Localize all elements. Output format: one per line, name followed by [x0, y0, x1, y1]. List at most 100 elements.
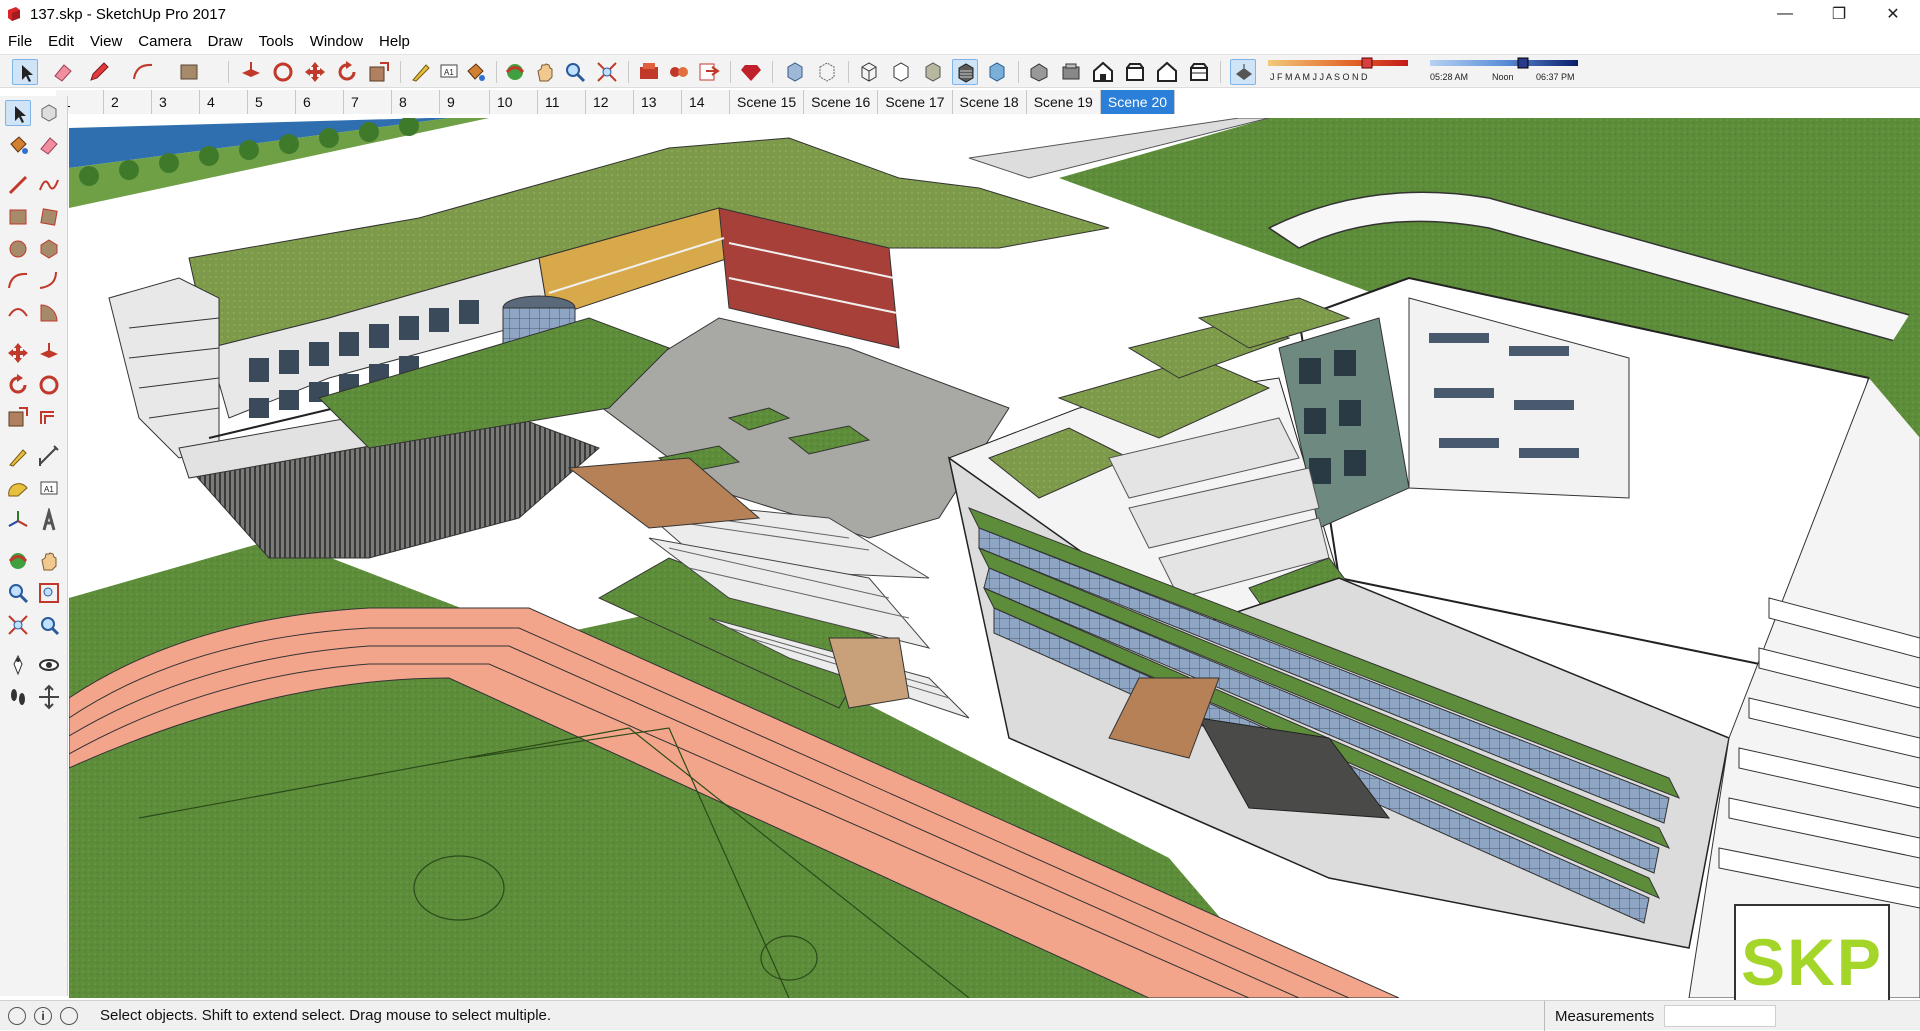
scene-tab-16[interactable]: Scene 16 [804, 90, 879, 114]
scene-tab-12[interactable]: 12 [586, 90, 634, 114]
section-plane-icon[interactable] [36, 684, 62, 710]
pie-icon[interactable] [36, 300, 62, 326]
scene-tab-15[interactable]: Scene 15 [730, 90, 805, 114]
left-view-icon[interactable] [1186, 59, 1212, 85]
scene-tab-6[interactable]: 6 [296, 90, 344, 114]
protractor-icon[interactable] [5, 476, 31, 502]
axes-icon[interactable] [5, 508, 31, 534]
close-button[interactable]: ✕ [1866, 0, 1920, 28]
zoom-extents-icon[interactable] [594, 59, 620, 85]
two-point-arc-icon[interactable] [36, 268, 62, 294]
scene-tab-2[interactable]: 2 [104, 90, 152, 114]
line-icon[interactable] [5, 172, 31, 198]
text-icon[interactable]: A1 [436, 59, 462, 85]
zoom-window-icon[interactable] [36, 580, 62, 606]
xray-icon[interactable] [782, 59, 808, 85]
right-view-icon[interactable] [1122, 59, 1148, 85]
walk-icon[interactable] [5, 684, 31, 710]
warehouse-icon[interactable] [636, 59, 662, 85]
freehand-icon[interactable] [36, 172, 62, 198]
extension-warehouse-icon[interactable] [666, 59, 692, 85]
measurements-input[interactable] [1664, 1005, 1777, 1027]
shaded-textures-icon[interactable] [952, 59, 978, 85]
dimension-icon[interactable] [36, 444, 62, 470]
push-pull-icon[interactable] [238, 59, 264, 85]
scene-tab-20[interactable]: Scene 20 [1100, 90, 1176, 114]
three-point-arc-icon[interactable] [5, 300, 31, 326]
maximize-button[interactable]: ❐ [1812, 0, 1866, 28]
menu-tools[interactable]: Tools [251, 33, 302, 50]
pencil-icon[interactable] [86, 59, 112, 85]
follow-me-icon[interactable] [36, 372, 62, 398]
paint-bucket-icon[interactable] [462, 59, 488, 85]
scene-tab-9[interactable]: 9 [440, 90, 490, 114]
shaded-icon[interactable] [920, 59, 946, 85]
scene-tab-18[interactable]: Scene 18 [952, 90, 1027, 114]
scene-tab-13[interactable]: 13 [634, 90, 682, 114]
monochrome-icon[interactable] [984, 59, 1010, 85]
front-view-icon[interactable] [1090, 59, 1116, 85]
model-viewport[interactable] [69, 118, 1920, 998]
menu-camera[interactable]: Camera [130, 33, 199, 50]
rotate-icon[interactable] [5, 372, 31, 398]
back-edges-icon[interactable] [814, 59, 840, 85]
scene-tab-8[interactable]: 8 [392, 90, 440, 114]
scene-tab-11[interactable]: 11 [538, 90, 586, 114]
menu-view[interactable]: View [82, 33, 130, 50]
zoom-extents-icon[interactable] [5, 612, 31, 638]
rotate-icon[interactable] [334, 59, 360, 85]
orbit-icon[interactable] [5, 548, 31, 574]
scene-tab-10[interactable]: 10 [490, 90, 538, 114]
select-icon[interactable] [12, 59, 38, 85]
info-icon[interactable]: i [34, 1006, 52, 1025]
top-view-icon[interactable] [1058, 59, 1084, 85]
scene-tab-14[interactable]: 14 [682, 90, 730, 114]
menu-file[interactable]: File [0, 33, 40, 50]
rotated-rectangle-icon[interactable] [36, 204, 62, 230]
menu-help[interactable]: Help [371, 33, 418, 50]
look-around-icon[interactable] [36, 652, 62, 678]
move-icon[interactable] [5, 340, 31, 366]
scene-tab-17[interactable]: Scene 17 [878, 90, 953, 114]
arc-icon[interactable] [5, 268, 31, 294]
3d-text-icon[interactable] [36, 506, 62, 534]
tape-measure-icon[interactable] [408, 59, 434, 85]
eraser-icon[interactable] [50, 59, 76, 85]
previous-view-icon[interactable] [36, 612, 62, 638]
menu-window[interactable]: Window [302, 33, 371, 50]
user-icon[interactable] [60, 1006, 78, 1025]
hidden-line-icon[interactable] [888, 59, 914, 85]
iso-icon[interactable] [1026, 59, 1052, 85]
paint-bucket-icon[interactable] [5, 132, 31, 158]
zoom-icon[interactable] [562, 59, 588, 85]
push-pull-icon[interactable] [36, 340, 62, 366]
minimize-button[interactable]: — [1758, 0, 1812, 28]
zoom-icon[interactable] [5, 580, 31, 606]
rectangle-icon[interactable] [176, 59, 202, 85]
scale-icon[interactable] [5, 404, 31, 430]
tape-measure-icon[interactable] [5, 444, 31, 470]
scene-tab-3[interactable]: 3 [152, 90, 200, 114]
menu-edit[interactable]: Edit [40, 33, 82, 50]
circle-icon[interactable] [5, 236, 31, 262]
offset-icon[interactable] [36, 404, 62, 430]
position-camera-icon[interactable] [5, 652, 31, 678]
follow-me-icon[interactable] [270, 59, 296, 85]
scene-tab-7[interactable]: 7 [344, 90, 392, 114]
pan-icon[interactable] [532, 59, 558, 85]
rectangle-icon[interactable] [5, 204, 31, 230]
geolocation-icon[interactable] [8, 1006, 26, 1025]
scale-icon[interactable] [366, 59, 392, 85]
arc-icon[interactable] [130, 59, 156, 85]
eraser-icon[interactable] [36, 132, 62, 158]
make-component-icon[interactable] [36, 100, 62, 126]
select-icon[interactable] [5, 100, 31, 126]
scene-tab-5[interactable]: 5 [248, 90, 296, 114]
ruby-icon[interactable] [738, 59, 764, 85]
pan-icon[interactable] [36, 548, 62, 574]
layout-icon[interactable] [696, 59, 722, 85]
scene-tab-4[interactable]: 4 [200, 90, 248, 114]
orbit-icon[interactable] [502, 59, 528, 85]
text-icon[interactable]: A1 [36, 476, 62, 502]
scene-tab-19[interactable]: Scene 19 [1026, 90, 1101, 114]
